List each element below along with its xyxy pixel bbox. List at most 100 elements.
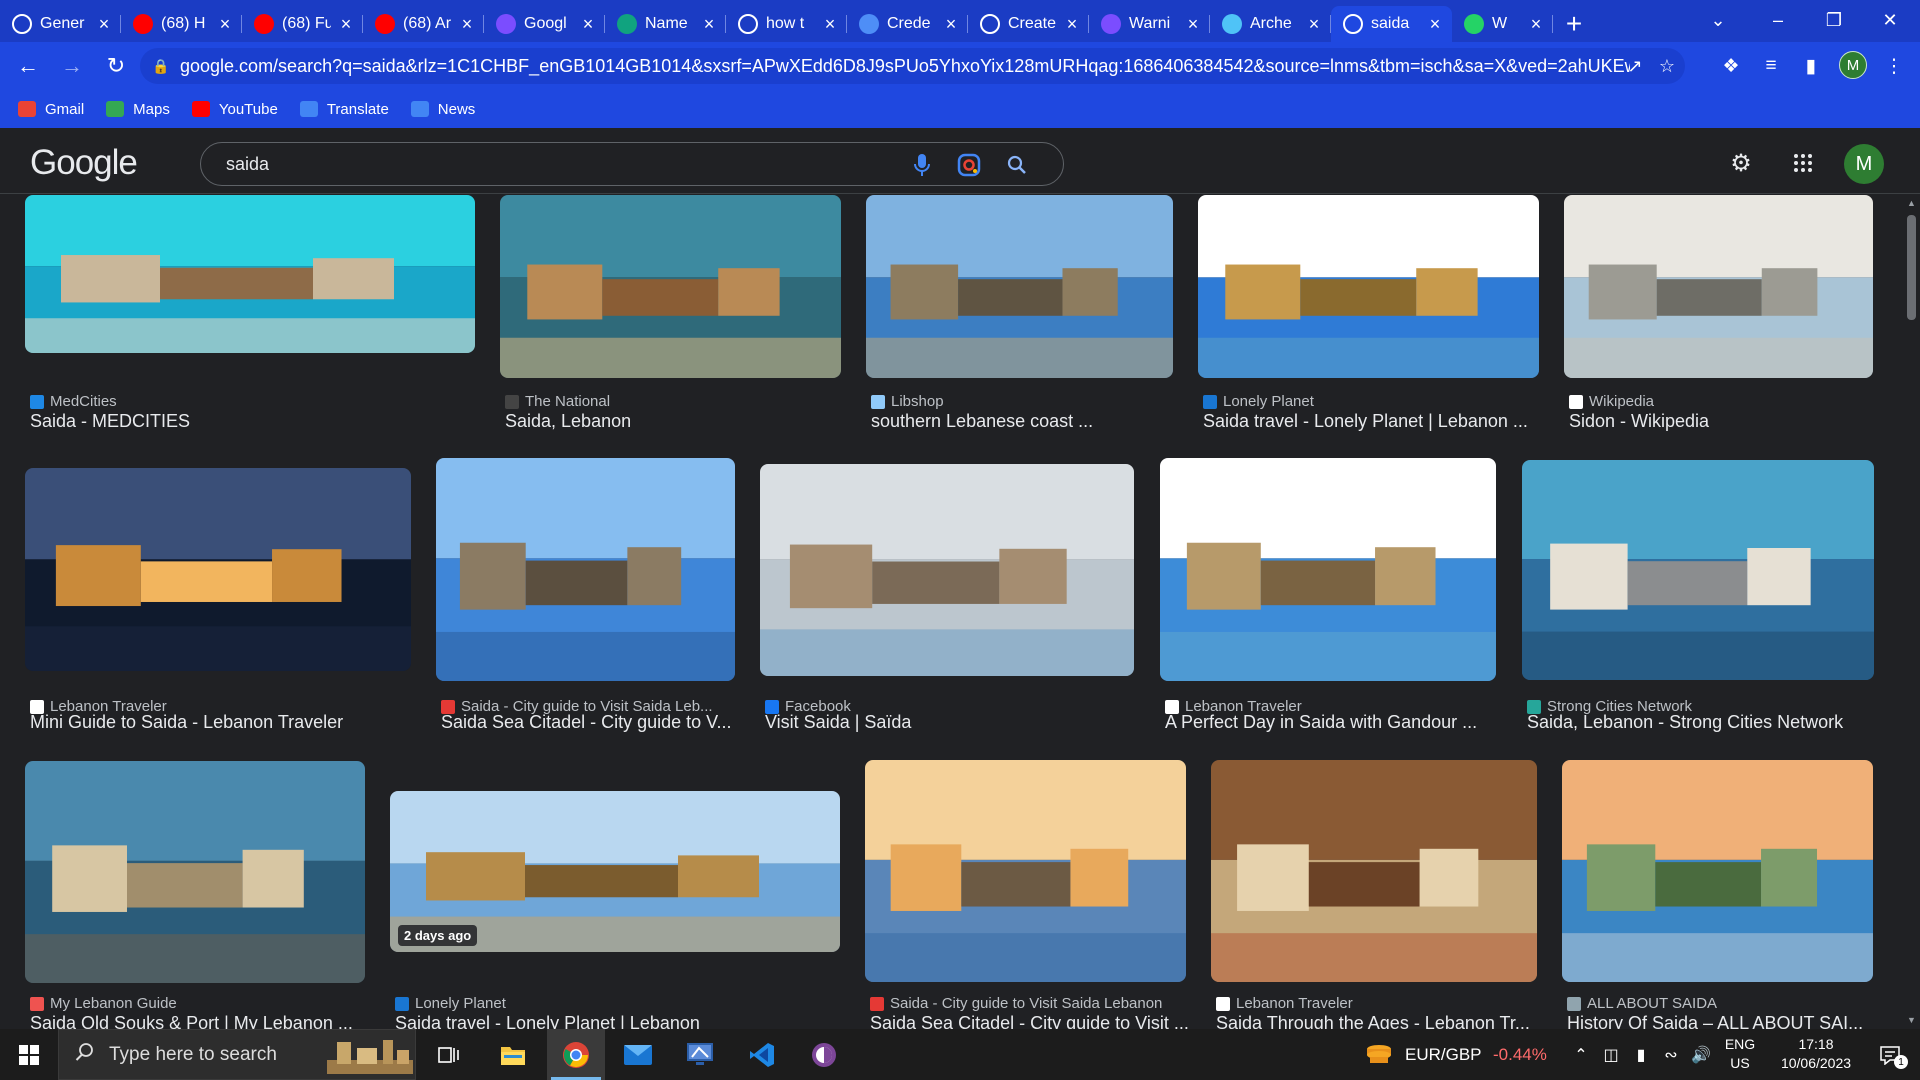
task-view-icon[interactable] <box>420 1029 478 1080</box>
show-hidden-icons-chevron-icon[interactable]: ⌃ <box>1568 1029 1594 1080</box>
result-source[interactable]: My Lebanon Guide <box>30 995 390 1012</box>
chrome-taskbar-icon[interactable] <box>547 1029 605 1080</box>
close-tab-icon[interactable]: × <box>337 14 355 35</box>
result-source[interactable]: MedCities <box>30 393 500 410</box>
taskbar-search-box[interactable]: Type here to search <box>58 1029 416 1080</box>
close-tab-icon[interactable]: × <box>1527 14 1545 35</box>
tab-search-chevron-icon[interactable]: ⌄ <box>1690 0 1746 40</box>
result-source-name[interactable]: The National <box>525 393 610 410</box>
media-queue-icon[interactable]: ≡ <box>1753 48 1789 84</box>
search-icon[interactable] <box>1002 150 1032 180</box>
close-tab-icon[interactable]: × <box>579 14 597 35</box>
result-source[interactable]: Lebanon Traveler <box>1216 995 1562 1012</box>
browser-tab[interactable]: (68) Ar × <box>363 6 484 42</box>
result-thumbnail[interactable] <box>1198 195 1539 378</box>
mail-icon[interactable] <box>609 1029 667 1080</box>
share-icon[interactable]: ↗ <box>1620 48 1650 84</box>
clock[interactable]: 17:18 10/06/2023 <box>1766 1035 1866 1073</box>
battery-icon[interactable]: ▮ <box>1628 1029 1654 1080</box>
address-bar[interactable]: 🔒 google.com/search?q=saida&rlz=1C1CHBF_… <box>140 48 1685 84</box>
file-explorer-icon[interactable] <box>484 1029 542 1080</box>
result-thumbnail[interactable] <box>1564 195 1873 378</box>
page-scrollbar[interactable]: ▲ ▼ <box>1903 195 1920 1029</box>
browser-tab[interactable]: W × <box>1452 6 1553 42</box>
result-source-name[interactable]: Saida - City guide to Visit Saida Lebano… <box>890 995 1162 1012</box>
result-thumbnail[interactable] <box>1160 458 1496 681</box>
windows-start-button[interactable] <box>0 1029 58 1080</box>
result-thumbnail[interactable] <box>1211 760 1537 982</box>
google-apps-grid-icon[interactable] <box>1785 145 1821 181</box>
tab-title[interactable]: Warni <box>1129 15 1178 33</box>
result-thumbnail[interactable] <box>865 760 1186 982</box>
volume-icon[interactable]: 🔊 <box>1688 1029 1714 1080</box>
bookmark-star-icon[interactable]: ☆ <box>1652 48 1682 84</box>
result-title[interactable]: Saida - MEDCITIES <box>30 411 485 432</box>
forward-button[interactable]: → <box>54 48 90 84</box>
result-title[interactable]: History Of Saida – ALL ABOUT SAI... <box>1567 1013 1883 1029</box>
result-thumbnail[interactable] <box>760 464 1134 676</box>
close-tab-icon[interactable]: × <box>458 14 476 35</box>
browser-tab[interactable]: Arche × <box>1210 6 1331 42</box>
tab-title[interactable]: (68) Ar <box>403 15 452 33</box>
back-button[interactable]: ← <box>10 48 46 84</box>
result-thumbnail[interactable] <box>866 195 1173 378</box>
result-source-name[interactable]: My Lebanon Guide <box>50 995 177 1012</box>
browser-tab[interactable]: Googl × <box>484 6 605 42</box>
result-thumbnail[interactable] <box>25 468 411 671</box>
minimize-button[interactable]: – <box>1750 0 1806 40</box>
result-title[interactable]: southern Lebanese coast ... <box>871 411 1183 432</box>
scroll-up-arrow-icon[interactable]: ▲ <box>1907 198 1916 208</box>
lock-icon[interactable]: 🔒 <box>152 58 170 75</box>
tab-title[interactable]: saida <box>1371 15 1420 33</box>
taskbar-search-placeholder[interactable]: Type here to search <box>109 1044 277 1066</box>
result-thumbnail[interactable] <box>500 195 841 378</box>
stock-ticker-icon[interactable] <box>1365 1029 1393 1080</box>
result-source[interactable]: Saida - City guide to Visit Saida Lebano… <box>870 995 1211 1012</box>
tor-browser-icon[interactable] <box>795 1029 853 1080</box>
bookmark-item[interactable]: Gmail <box>18 101 84 118</box>
result-title[interactable]: Saida Through the Ages - Lebanon Tr... <box>1216 1013 1547 1029</box>
close-tab-icon[interactable]: × <box>700 14 718 35</box>
tab-title[interactable]: Name <box>645 15 694 33</box>
bookmark-item[interactable]: YouTube <box>191 101 278 118</box>
scroll-down-arrow-icon[interactable]: ▼ <box>1907 1015 1916 1025</box>
wifi-icon[interactable]: ∾ <box>1658 1029 1684 1080</box>
tab-title[interactable]: (68) H <box>161 15 210 33</box>
lens-camera-icon[interactable] <box>954 150 984 180</box>
close-tab-icon[interactable]: × <box>95 14 113 35</box>
tab-title[interactable]: (68) Fu <box>282 15 331 33</box>
scrollbar-thumb[interactable] <box>1907 215 1916 320</box>
close-window-button[interactable]: ✕ <box>1862 0 1918 40</box>
browser-tab[interactable]: Warni × <box>1089 6 1210 42</box>
close-tab-icon[interactable]: × <box>1305 14 1323 35</box>
browser-tab[interactable]: Name × <box>605 6 726 42</box>
close-tab-icon[interactable]: × <box>821 14 839 35</box>
tab-title[interactable]: how t <box>766 15 815 33</box>
bookmark-item[interactable]: Maps <box>106 101 170 118</box>
result-thumbnail[interactable] <box>1562 760 1873 982</box>
result-title[interactable]: Saida Sea Citadel - City guide to Visit … <box>870 1013 1196 1029</box>
voice-search-mic-icon[interactable] <box>907 150 937 180</box>
result-source[interactable]: Lonely Planet <box>1203 393 1564 410</box>
result-source-name[interactable]: Lonely Planet <box>1223 393 1314 410</box>
new-tab-button[interactable]: + <box>1553 6 1595 42</box>
language-indicator[interactable]: ENG US <box>1718 1035 1762 1073</box>
meet-now-icon[interactable]: ◫ <box>1598 1029 1624 1080</box>
browser-tab[interactable]: (68) Fu × <box>242 6 363 42</box>
restore-button[interactable]: ❐ <box>1806 0 1862 40</box>
bookmark-label[interactable]: News <box>438 101 476 118</box>
result-title[interactable]: Visit Saida | Saïda <box>765 712 1144 733</box>
result-title[interactable]: Saida travel - Lonely Planet | Lebanon <box>395 1013 850 1029</box>
browser-tab[interactable]: Create × <box>968 6 1089 42</box>
google-logo[interactable]: Google <box>30 143 138 183</box>
tab-title[interactable]: Crede <box>887 15 936 33</box>
result-title[interactable]: Saida, Lebanon - Strong Cities Network <box>1527 712 1884 733</box>
browser-tab[interactable]: saida × <box>1331 6 1452 42</box>
close-tab-icon[interactable]: × <box>942 14 960 35</box>
result-thumbnail[interactable] <box>436 458 735 681</box>
tab-title[interactable]: Gener <box>40 15 89 33</box>
search-box[interactable] <box>200 142 1064 186</box>
ticker-change[interactable]: -0.44% <box>1493 1029 1547 1080</box>
result-source[interactable]: The National <box>505 393 866 410</box>
result-source-name[interactable]: Libshop <box>891 393 944 410</box>
